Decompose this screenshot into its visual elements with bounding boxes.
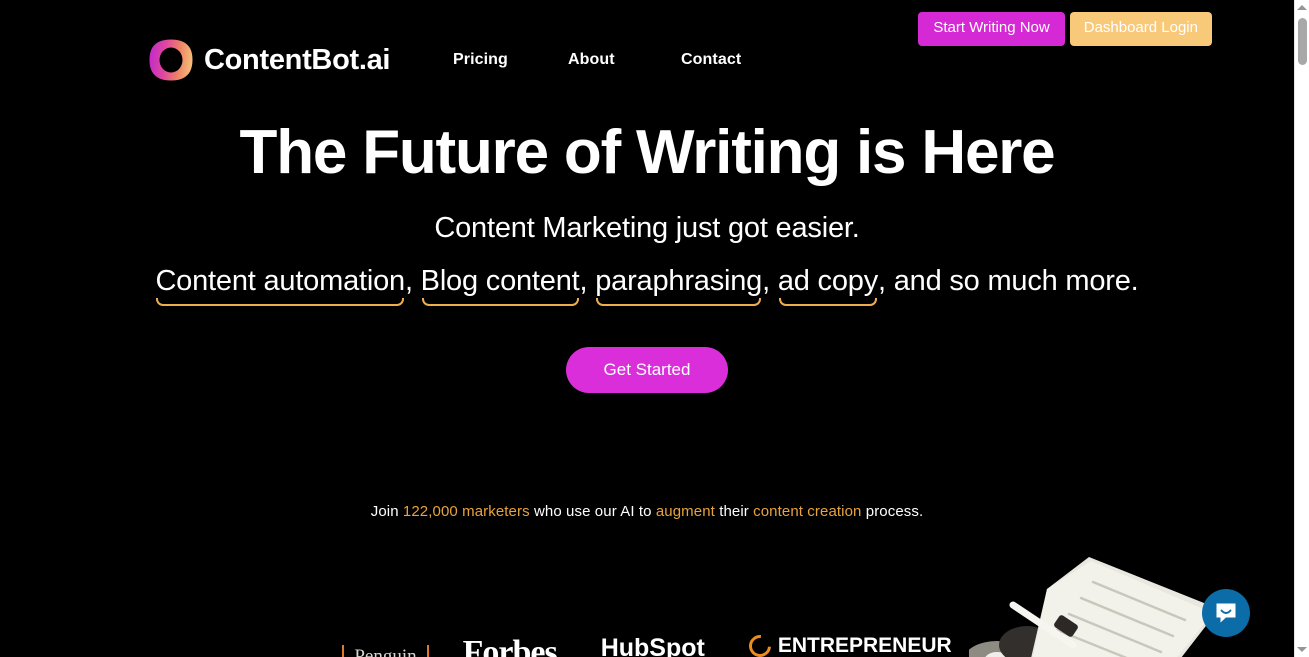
start-writing-now-button[interactable]: Start Writing Now xyxy=(918,12,1065,46)
page-scrollbar[interactable] xyxy=(1294,0,1309,657)
feature-tail: , and so much more. xyxy=(878,265,1139,298)
chevron-down-icon xyxy=(1297,647,1307,652)
logo-penguin: Penguin xyxy=(342,634,429,657)
feature-separator-2: , xyxy=(579,265,596,298)
social-proof-part3: their xyxy=(714,503,754,521)
get-started-button[interactable]: Get Started xyxy=(565,347,729,394)
hero-title: The Future of Writing is Here xyxy=(239,118,1056,187)
hero-cta-wrapper: Get Started xyxy=(0,347,1294,394)
logo-forbes: Forbes xyxy=(462,634,558,657)
nav-item-about[interactable]: About xyxy=(568,51,681,69)
dashboard-login-button[interactable]: Dashboard Login xyxy=(1069,12,1212,46)
social-proof-content-creation: content creation xyxy=(753,503,862,521)
main-nav: Pricing About Contact xyxy=(453,51,781,69)
customer-logo-strip: Penguin Forbes HubSpot ENTREPRENEUR xyxy=(0,634,1294,657)
logo-entrepreneur: ENTREPRENEUR xyxy=(744,634,952,657)
entrepreneur-ring-icon xyxy=(744,634,776,657)
chat-bubble-icon xyxy=(1216,603,1236,623)
social-proof-part4: process. xyxy=(861,503,924,521)
feature-content-automation: Content automation xyxy=(155,265,405,307)
hero-subtitle: Content Marketing just got easier. xyxy=(434,212,860,245)
scrollbar-thumb[interactable] xyxy=(1298,18,1307,65)
feature-paraphrasing: paraphrasing xyxy=(595,265,762,307)
logo-entrepreneur-label: ENTREPRENEUR xyxy=(777,634,952,657)
brand-logo-link[interactable]: ContentBot.ai xyxy=(148,38,390,82)
feature-ad-copy: ad copy xyxy=(778,265,878,307)
social-proof-part1: Join xyxy=(370,503,403,521)
logo-hubspot: HubSpot xyxy=(600,634,705,657)
nav-item-pricing[interactable]: Pricing xyxy=(453,51,568,69)
hero-section: The Future of Writing is Here Content Ma… xyxy=(0,104,1294,521)
contentbot-ring-logo-icon xyxy=(149,39,193,81)
social-proof-line: Join 122,000 marketers who use our AI to… xyxy=(0,503,1294,520)
social-proof-part2: who use our AI to xyxy=(529,503,656,521)
chevron-up-icon xyxy=(1297,5,1307,10)
feature-separator-3: , xyxy=(762,265,778,298)
social-proof-augment: augment xyxy=(655,503,715,521)
scrollbar-down-arrow[interactable] xyxy=(1295,642,1309,657)
scrollbar-up-arrow[interactable] xyxy=(1295,0,1309,15)
penguin-divider-right-icon xyxy=(426,644,429,657)
hero-feature-list: Content automation, Blog content, paraph… xyxy=(0,265,1294,307)
site-header: ContentBot.ai Pricing About Contact Star… xyxy=(0,0,1294,104)
feature-blog-content: Blog content xyxy=(421,265,580,307)
social-proof-count: 122,000 marketers xyxy=(402,503,530,521)
page-viewport: ContentBot.ai Pricing About Contact Star… xyxy=(0,0,1294,657)
header-actions: Start Writing Now Dashboard Login xyxy=(918,12,1212,46)
penguin-divider-left-icon xyxy=(342,644,345,657)
logo-penguin-label: Penguin xyxy=(354,646,417,657)
feature-separator-1: , xyxy=(404,265,421,298)
nav-item-contact[interactable]: Contact xyxy=(681,51,781,69)
intercom-chat-launcher-button[interactable] xyxy=(1202,589,1250,637)
brand-name: ContentBot.ai xyxy=(204,43,391,76)
